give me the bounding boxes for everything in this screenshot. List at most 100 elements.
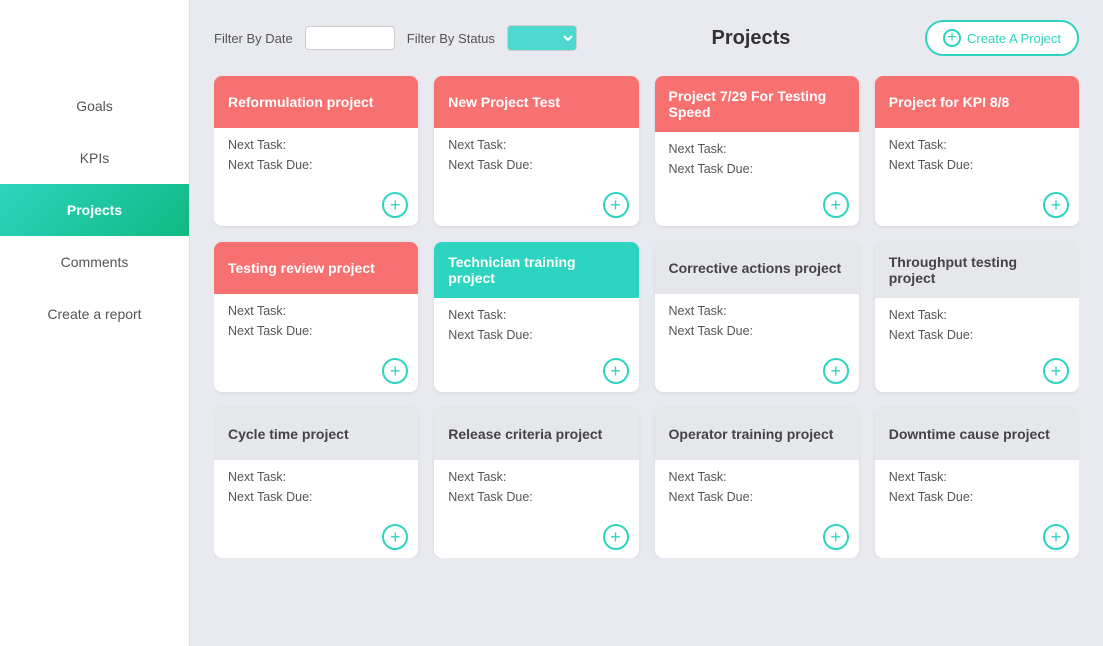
plus-circle-icon: + (943, 29, 961, 47)
next-task-due-3: Next Task Due: (889, 158, 1065, 172)
card-footer-10: + (655, 520, 859, 558)
create-button-label: Create A Project (967, 31, 1061, 46)
add-task-button-5[interactable]: + (603, 358, 629, 384)
next-task-1: Next Task: (448, 138, 624, 152)
card-footer-2: + (655, 188, 859, 226)
add-task-button-6[interactable]: + (823, 358, 849, 384)
next-task-due-1: Next Task Due: (448, 158, 624, 172)
card-header-9: Release criteria project (434, 408, 638, 460)
add-task-button-4[interactable]: + (382, 358, 408, 384)
add-task-button-9[interactable]: + (603, 524, 629, 550)
project-card-10: Operator training project Next Task: Nex… (655, 408, 859, 558)
filter-status-select[interactable] (507, 25, 577, 51)
filter-status-label: Filter By Status (407, 31, 495, 46)
card-header-6: Corrective actions project (655, 242, 859, 294)
sidebar-item-goals[interactable]: Goals (0, 80, 189, 132)
card-body-11: Next Task: Next Task Due: (875, 460, 1079, 520)
card-header-4: Testing review project (214, 242, 418, 294)
next-task-11: Next Task: (889, 470, 1065, 484)
next-task-2: Next Task: (669, 142, 845, 156)
card-body-5: Next Task: Next Task Due: (434, 298, 638, 354)
card-footer-9: + (434, 520, 638, 558)
card-body-7: Next Task: Next Task Due: (875, 298, 1079, 354)
card-body-3: Next Task: Next Task Due: (875, 128, 1079, 188)
project-card-6: Corrective actions project Next Task: Ne… (655, 242, 859, 392)
card-footer-6: + (655, 354, 859, 392)
add-task-button-7[interactable]: + (1043, 358, 1069, 384)
next-task-due-4: Next Task Due: (228, 324, 404, 338)
next-task-due-8: Next Task Due: (228, 490, 404, 504)
create-project-button[interactable]: + Create A Project (925, 20, 1079, 56)
next-task-due-7: Next Task Due: (889, 328, 1065, 342)
card-header-11: Downtime cause project (875, 408, 1079, 460)
card-body-8: Next Task: Next Task Due: (214, 460, 418, 520)
next-task-due-6: Next Task Due: (669, 324, 845, 338)
card-body-10: Next Task: Next Task Due: (655, 460, 859, 520)
main-content: Filter By Date Filter By Status Projects… (190, 0, 1103, 646)
card-footer-4: + (214, 354, 418, 392)
card-footer-1: + (434, 188, 638, 226)
add-task-button-3[interactable]: + (1043, 192, 1069, 218)
card-header-7: Throughput testing project (875, 242, 1079, 298)
card-header-0: Reformulation project (214, 76, 418, 128)
project-card-11: Downtime cause project Next Task: Next T… (875, 408, 1079, 558)
project-card-1: New Project Test Next Task: Next Task Du… (434, 76, 638, 226)
card-header-5: Technician training project (434, 242, 638, 298)
next-task-0: Next Task: (228, 138, 404, 152)
next-task-5: Next Task: (448, 308, 624, 322)
card-header-8: Cycle time project (214, 408, 418, 460)
card-body-6: Next Task: Next Task Due: (655, 294, 859, 354)
next-task-6: Next Task: (669, 304, 845, 318)
card-header-10: Operator training project (655, 408, 859, 460)
projects-grid: Reformulation project Next Task: Next Ta… (214, 76, 1079, 558)
sidebar-item-create-report[interactable]: Create a report (0, 288, 189, 340)
card-footer-7: + (875, 354, 1079, 392)
next-task-3: Next Task: (889, 138, 1065, 152)
card-body-0: Next Task: Next Task Due: (214, 128, 418, 188)
sidebar-item-comments[interactable]: Comments (0, 236, 189, 288)
page-title: Projects (589, 27, 913, 50)
next-task-7: Next Task: (889, 308, 1065, 322)
card-footer-8: + (214, 520, 418, 558)
sidebar-item-projects[interactable]: Projects (0, 184, 189, 236)
card-header-1: New Project Test (434, 76, 638, 128)
card-body-4: Next Task: Next Task Due: (214, 294, 418, 354)
add-task-button-1[interactable]: + (603, 192, 629, 218)
next-task-due-5: Next Task Due: (448, 328, 624, 342)
card-footer-11: + (875, 520, 1079, 558)
project-card-4: Testing review project Next Task: Next T… (214, 242, 418, 392)
project-card-0: Reformulation project Next Task: Next Ta… (214, 76, 418, 226)
filter-date-label: Filter By Date (214, 31, 293, 46)
add-task-button-11[interactable]: + (1043, 524, 1069, 550)
add-task-button-10[interactable]: + (823, 524, 849, 550)
sidebar: Goals KPIs Projects Comments Create a re… (0, 0, 190, 646)
project-card-3: Project for KPI 8/8 Next Task: Next Task… (875, 76, 1079, 226)
project-card-7: Throughput testing project Next Task: Ne… (875, 242, 1079, 392)
project-card-9: Release criteria project Next Task: Next… (434, 408, 638, 558)
add-task-button-8[interactable]: + (382, 524, 408, 550)
next-task-due-11: Next Task Due: (889, 490, 1065, 504)
card-body-1: Next Task: Next Task Due: (434, 128, 638, 188)
sidebar-item-kpis[interactable]: KPIs (0, 132, 189, 184)
card-header-3: Project for KPI 8/8 (875, 76, 1079, 128)
next-task-due-2: Next Task Due: (669, 162, 845, 176)
next-task-8: Next Task: (228, 470, 404, 484)
card-footer-5: + (434, 354, 638, 392)
next-task-due-0: Next Task Due: (228, 158, 404, 172)
add-task-button-0[interactable]: + (382, 192, 408, 218)
next-task-9: Next Task: (448, 470, 624, 484)
project-card-2: Project 7/29 For Testing Speed Next Task… (655, 76, 859, 226)
project-card-5: Technician training project Next Task: N… (434, 242, 638, 392)
next-task-10: Next Task: (669, 470, 845, 484)
card-footer-0: + (214, 188, 418, 226)
next-task-due-9: Next Task Due: (448, 490, 624, 504)
card-footer-3: + (875, 188, 1079, 226)
filter-date-input[interactable] (305, 26, 395, 50)
card-body-9: Next Task: Next Task Due: (434, 460, 638, 520)
next-task-due-10: Next Task Due: (669, 490, 845, 504)
header: Filter By Date Filter By Status Projects… (214, 20, 1079, 56)
next-task-4: Next Task: (228, 304, 404, 318)
card-header-2: Project 7/29 For Testing Speed (655, 76, 859, 132)
add-task-button-2[interactable]: + (823, 192, 849, 218)
card-body-2: Next Task: Next Task Due: (655, 132, 859, 188)
